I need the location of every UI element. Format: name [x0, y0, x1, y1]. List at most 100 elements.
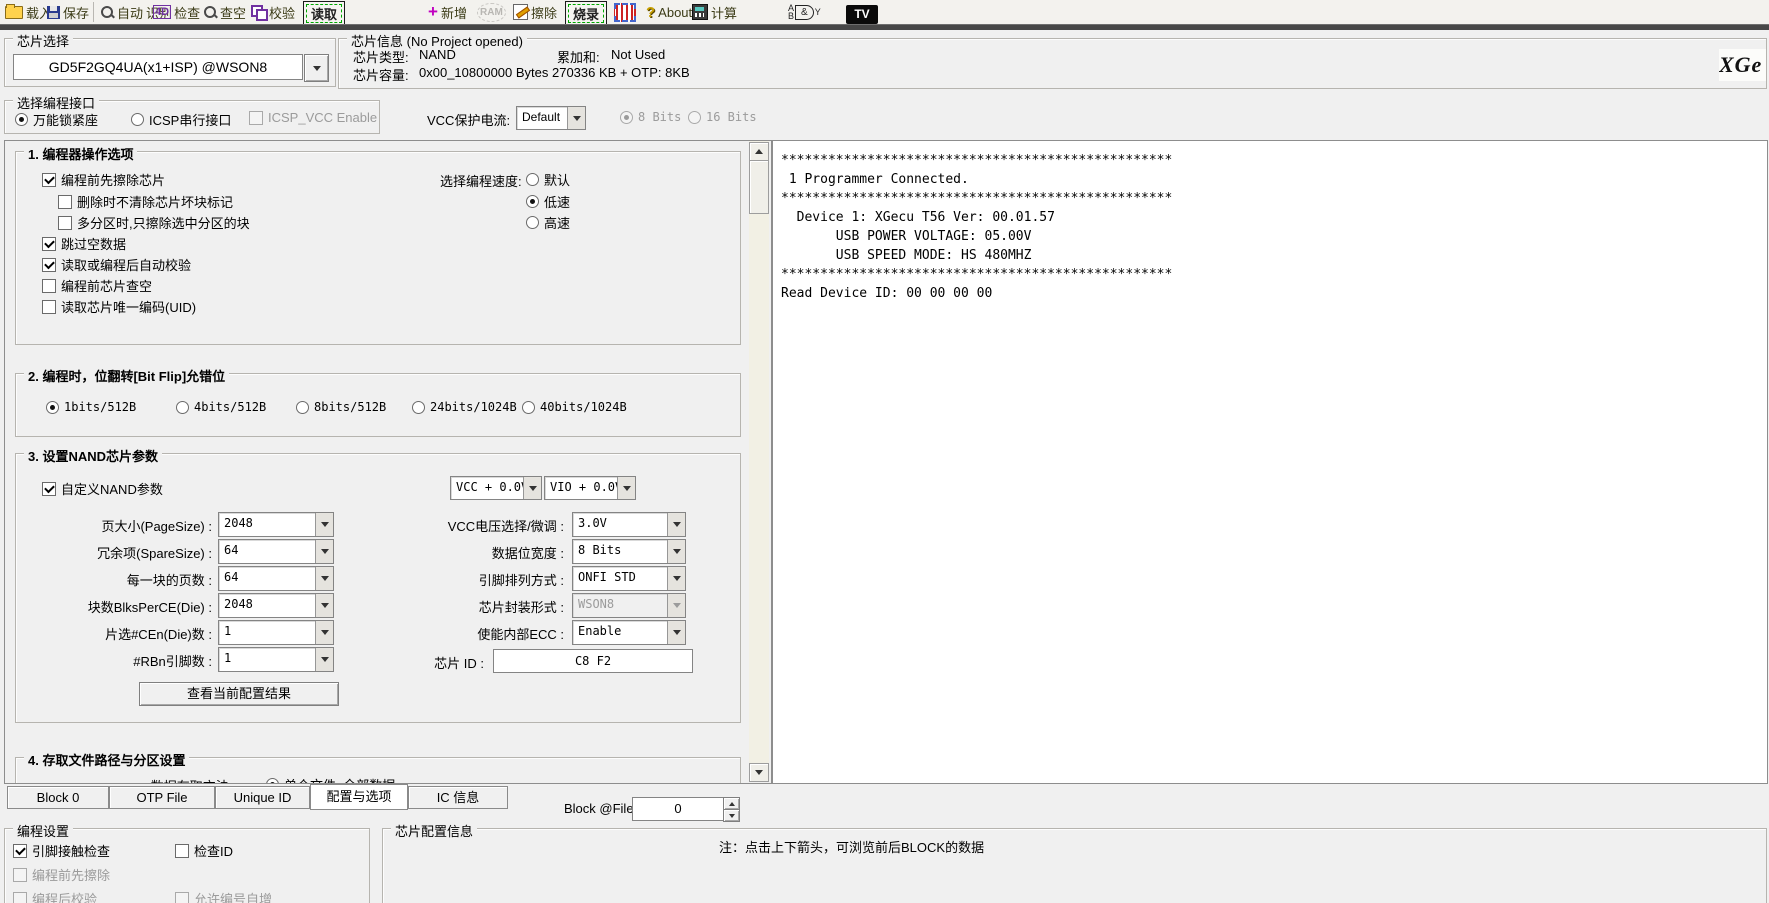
chip-id-input[interactable]: C8 F2 [493, 649, 693, 673]
chevron-down-icon[interactable] [315, 567, 333, 590]
checkbox-blank-check-before[interactable]: 编程前芯片查空 [42, 276, 152, 295]
internal-ecc-select[interactable]: Enable [572, 620, 686, 645]
checkbox-erase-selected-partition[interactable]: 多分区时,只擦除选中分区的块 [58, 213, 250, 232]
chip-select-value[interactable]: GD5F2GQ4UA(x1+ISP) @WSON8 [13, 54, 303, 80]
block-browse-note: 注：点击上下箭头，可浏览前后BLOCK的数据 [719, 837, 984, 856]
view-config-button[interactable]: 查看当前配置结果 [139, 682, 339, 706]
add-device-button[interactable]: + 新增 [428, 0, 467, 24]
chevron-down-icon[interactable] [667, 540, 685, 563]
rbn-count-select[interactable]: 1 [218, 647, 334, 672]
chevron-down-icon[interactable] [315, 594, 333, 617]
tab-block0[interactable]: Block 0 [7, 786, 109, 809]
data-width-select[interactable]: 8 Bits [572, 539, 686, 564]
chip-select-dropdown-button[interactable] [304, 54, 329, 82]
checkbox-keep-badblock-marks[interactable]: 删除时不清除芯片坏块标记 [58, 192, 233, 211]
erase-icon [513, 4, 528, 20]
pages-per-block-label: 每一块的页数 : [30, 570, 212, 589]
stripes-test-button[interactable] [614, 0, 636, 24]
tab-otp-file[interactable]: OTP File [109, 786, 215, 809]
chevron-down-icon[interactable] [667, 513, 685, 536]
radio-speed-low[interactable]: 低速 [526, 192, 570, 211]
radio-bitflip-24[interactable]: 24bits/1024B [412, 400, 517, 414]
options-panel: 1. 编程器操作选项 编程前先擦除芯片 删除时不清除芯片坏块标记 多分区时,只擦… [4, 140, 772, 784]
scroll-down-button[interactable] [749, 763, 769, 782]
toolbar-divider [0, 24, 1769, 30]
blank-check-button[interactable]: 查空 [203, 0, 246, 24]
check-button[interactable]: 4D 检查 [153, 0, 200, 24]
about-button[interactable]: ? About [646, 0, 692, 24]
tab-unique-id[interactable]: Unique ID [215, 786, 310, 809]
read-button[interactable]: 读取 [303, 1, 345, 25]
block-spin-down-button[interactable] [723, 809, 740, 822]
question-icon: ? [646, 4, 655, 21]
checkbox-check-id[interactable]: 检查ID [175, 841, 233, 860]
toolbar: 载入 保存 自动识别 4D 检查 查空 校验 读取 + 新增 [0, 0, 1769, 24]
load-button[interactable]: 载入 [5, 0, 52, 24]
chevron-down-icon[interactable] [667, 621, 685, 644]
checkbox-skip-blank[interactable]: 跳过空数据 [42, 234, 126, 253]
chevron-down-icon[interactable] [315, 648, 333, 671]
vcc-current-select[interactable]: Default [516, 106, 586, 130]
app-window: 载入 保存 自动识别 4D 检查 查空 校验 读取 + 新增 [0, 0, 1769, 903]
tab-config-options[interactable]: 配置与选项 [310, 784, 408, 810]
tab-ic-info[interactable]: IC 信息 [408, 786, 508, 809]
logic-gate-button[interactable]: AB & Y [788, 0, 821, 24]
ram-button: RAM [477, 0, 506, 24]
vcc-voltage-select[interactable]: 3.0V [572, 512, 686, 537]
pin-layout-select[interactable]: ONFI STD [572, 566, 686, 591]
chevron-down-icon[interactable] [567, 107, 585, 129]
radio-icsp[interactable]: ICSP串行接口 [131, 110, 231, 129]
ram-icon: RAM [477, 3, 506, 22]
verify-button[interactable]: 校验 [251, 0, 295, 24]
plus-icon: + [428, 4, 438, 20]
logic-gate-icon: AB & Y [788, 4, 821, 20]
chevron-down-icon[interactable] [667, 567, 685, 590]
tv-out-button[interactable]: TV [846, 2, 878, 26]
burn-button[interactable]: 烧录 [565, 1, 607, 25]
chevron-down-icon[interactable] [315, 621, 333, 644]
radio-single-file-all-data[interactable]: 单个文件, 全部数据 [266, 775, 395, 784]
programming-settings-title: 编程设置 [13, 821, 73, 840]
log-line: Device 1: XGecu T56 Ver: 00.01.57 [781, 208, 1767, 227]
erase-button[interactable]: 擦除 [513, 0, 557, 24]
scroll-down-icon [755, 770, 763, 775]
ce-count-select[interactable]: 1 [218, 620, 334, 645]
checkbox-read-uid[interactable]: 读取芯片唯一编码(UID) [42, 297, 196, 316]
radio-icon [15, 113, 28, 126]
chevron-down-icon [313, 66, 321, 71]
checkbox-erase-before-program[interactable]: 编程前先擦除芯片 [42, 170, 165, 189]
scroll-up-icon [755, 149, 763, 154]
blocks-per-ce-select[interactable]: 2048 [218, 593, 334, 618]
chip-select-title: 芯片选择 [13, 31, 73, 50]
radio-speed-default[interactable]: 默认 [526, 170, 570, 189]
scrollbar-thumb[interactable] [749, 160, 769, 214]
pages-per-block-select[interactable]: 64 [218, 566, 334, 591]
sparesize-select[interactable]: 64 [218, 539, 334, 564]
vcc-trim-select[interactable]: VCC + 0.0V [450, 476, 542, 500]
radio-universal-socket[interactable]: 万能锁紧座 [15, 110, 98, 129]
radio-bitflip-40[interactable]: 40bits/1024B [522, 400, 627, 414]
checkbox-auto-verify[interactable]: 读取或编程后自动校验 [42, 255, 191, 274]
chevron-down-icon[interactable] [315, 540, 333, 563]
radio-bitflip-8[interactable]: 8bits/512B [296, 400, 386, 414]
internal-ecc-label: 使能内部ECC : [336, 624, 564, 643]
chevron-down-icon[interactable] [617, 477, 635, 499]
options-scrollbar[interactable] [749, 141, 769, 781]
block-at-file-input[interactable]: 0 [632, 797, 724, 821]
xgecu-logo: XGe [1719, 49, 1766, 81]
chevron-down-icon[interactable] [315, 513, 333, 536]
verify-icon [251, 5, 266, 19]
radio-speed-high[interactable]: 高速 [526, 213, 570, 232]
scroll-up-button[interactable] [749, 142, 769, 161]
calculator-button[interactable]: 计算 [692, 0, 737, 24]
vio-trim-select[interactable]: VIO + 0.0V [544, 476, 636, 500]
pagesize-select[interactable]: 2048 [218, 512, 334, 537]
radio-bitflip-1[interactable]: 1bits/512B [46, 400, 136, 414]
chevron-down-icon[interactable] [523, 477, 541, 499]
save-button[interactable]: 保存 [47, 0, 89, 24]
speed-label: 选择编程速度: [440, 171, 522, 190]
chip-id-label: 芯片 ID : [386, 653, 484, 672]
radio-bitflip-4[interactable]: 4bits/512B [176, 400, 266, 414]
checkbox-custom-nand[interactable]: 自定义NAND参数 [42, 479, 163, 498]
checkbox-pin-contact-check[interactable]: 引脚接触检查 [13, 841, 110, 860]
